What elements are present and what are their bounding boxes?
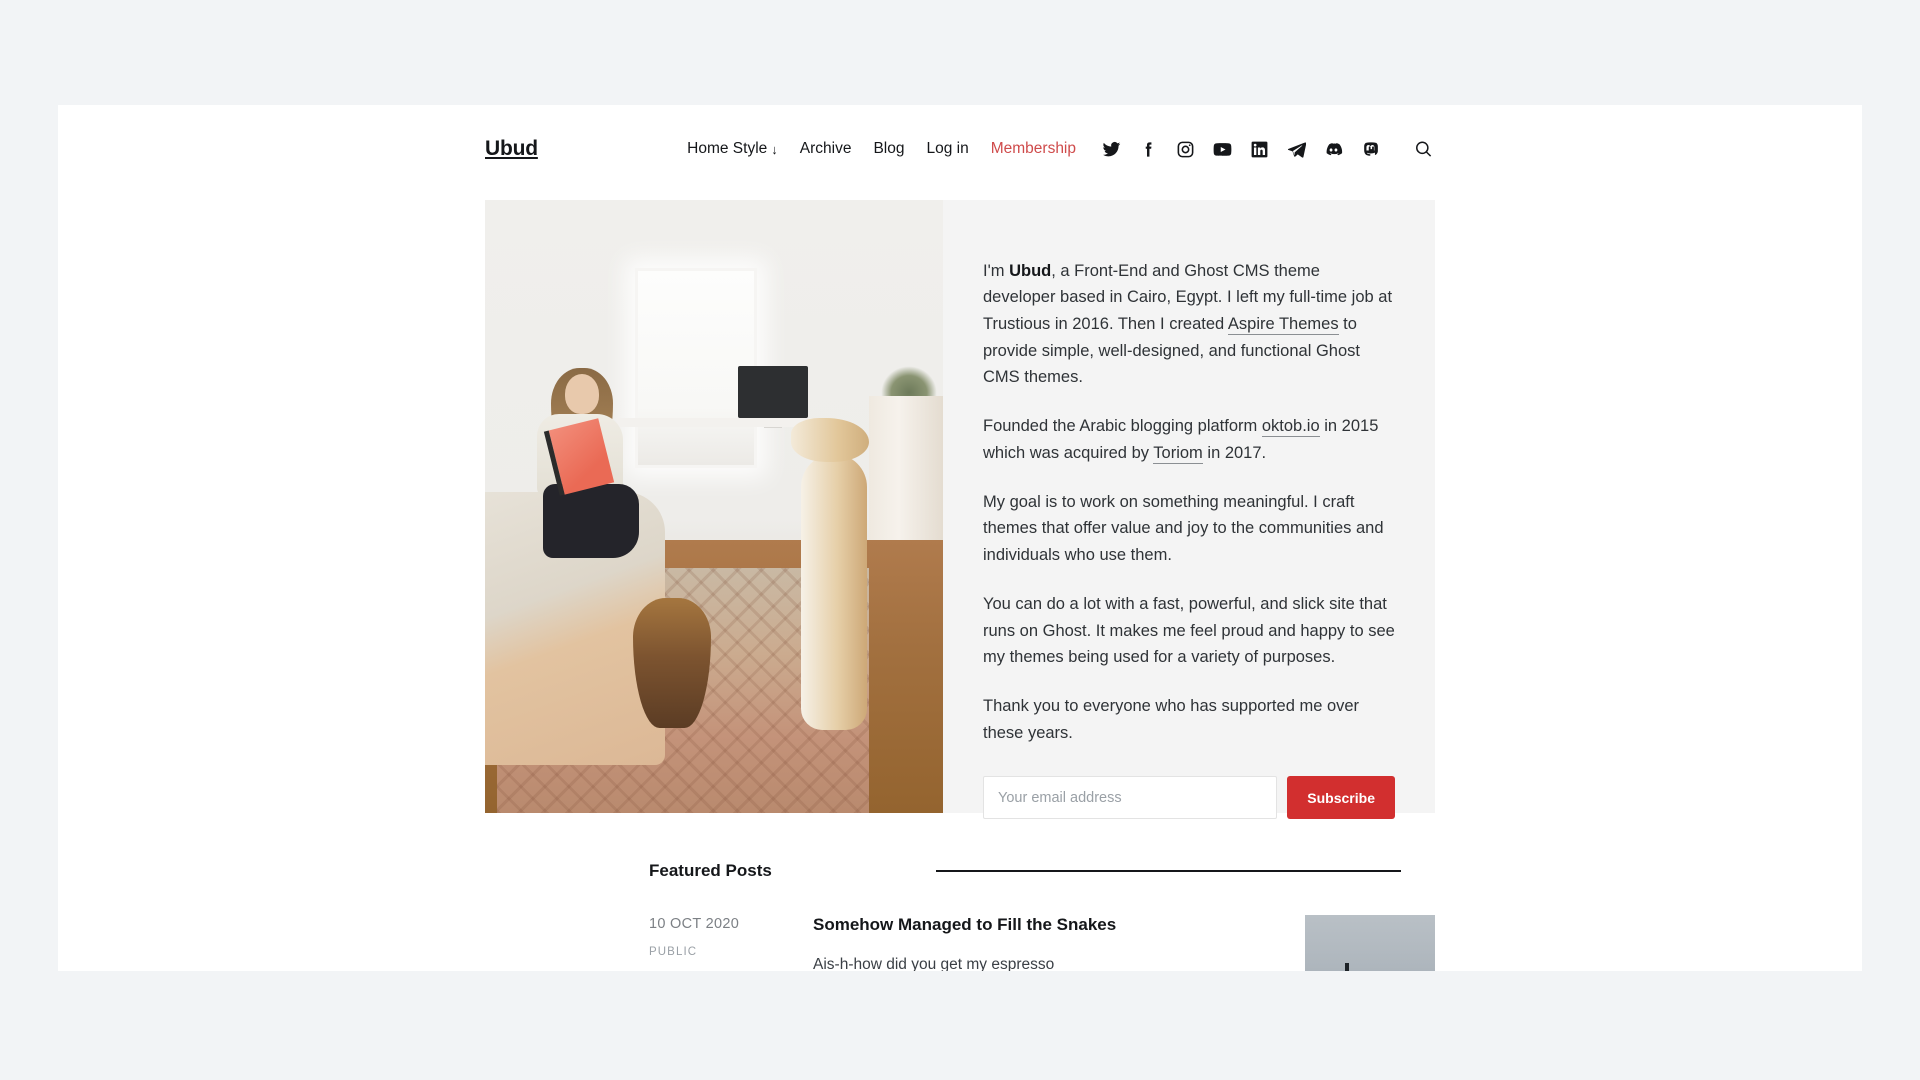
bio-p2-pre: Founded the Arabic blogging platform: [983, 417, 1262, 436]
subscribe-button[interactable]: Subscribe: [1287, 776, 1395, 820]
bio-paragraph-4: You can do a lot with a fast, powerful, …: [983, 594, 1395, 667]
hero-image-large-dog: [781, 418, 877, 730]
hero-image-large-dog-body: [801, 454, 867, 730]
site-header: Ubud Home Style ↓ Archive Blog Log in Me…: [58, 105, 1862, 193]
main-navigation: Home Style ↓ Archive Blog Log in Members…: [687, 140, 1076, 158]
twitter-icon[interactable]: [1102, 140, 1121, 159]
browser-page-frame: Ubud Home Style ↓ Archive Blog Log in Me…: [58, 105, 1862, 971]
bio-p1-bold: Ubud: [1009, 261, 1052, 280]
nav-item-archive[interactable]: Archive: [800, 140, 852, 158]
nav-item-blog[interactable]: Blog: [873, 140, 904, 158]
post-body: Somehow Managed to Fill the Snakes Ais-h…: [813, 915, 1305, 971]
bio-copy: I'm Ubud, a Front-End and Ghost CMS them…: [983, 258, 1395, 747]
hero-image-monitor: [738, 366, 808, 428]
post-thumbnail[interactable]: [1305, 915, 1435, 971]
hero-image-large-dog-head: [791, 418, 869, 462]
hero-image: [485, 200, 943, 813]
hero-section: I'm Ubud, a Front-End and Ghost CMS them…: [485, 200, 1435, 820]
link-aspire-themes[interactable]: Aspire Themes: [1227, 315, 1339, 336]
list-item[interactable]: 10 OCT 2020 PUBLIC Somehow Managed to Fi…: [649, 915, 1435, 971]
email-input[interactable]: [983, 776, 1278, 820]
facebook-icon[interactable]: [1139, 140, 1158, 159]
post-excerpt: Ais-h-how did you get my espresso machin…: [813, 956, 1055, 971]
site-logo[interactable]: Ubud: [485, 137, 538, 161]
hero-image-person-head: [565, 374, 599, 414]
featured-posts-header: Featured Posts: [649, 861, 1435, 881]
bio-paragraph-2: Founded the Arabic blogging platform okt…: [983, 413, 1395, 466]
nav-item-login[interactable]: Log in: [926, 140, 968, 158]
telegram-icon[interactable]: [1287, 140, 1306, 159]
featured-divider: [935, 870, 1401, 872]
hero-text-panel: I'm Ubud, a Front-End and Ghost CMS them…: [943, 200, 1435, 820]
link-toriom[interactable]: Toriom: [1153, 443, 1203, 464]
social-links: [1102, 140, 1433, 159]
status-badge: PUBLIC: [649, 946, 698, 958]
hero-image-small-dog: [633, 598, 711, 728]
post-date: 10 OCT 2020: [649, 916, 740, 932]
instagram-icon[interactable]: [1176, 140, 1195, 159]
bio-paragraph-1: I'm Ubud, a Front-End and Ghost CMS them…: [983, 258, 1395, 392]
bio-paragraph-3: My goal is to work on something meaningf…: [983, 492, 1384, 565]
nav-label-home-style: Home Style: [687, 140, 768, 157]
header-right-group: Home Style ↓ Archive Blog Log in Members…: [687, 140, 1433, 159]
youtube-icon[interactable]: [1213, 140, 1232, 159]
nav-item-membership[interactable]: Membership: [991, 140, 1076, 158]
bio-p1-pre: I'm: [983, 261, 1010, 280]
search-icon[interactable]: [1414, 140, 1433, 159]
post-title[interactable]: Somehow Managed to Fill the Snakes: [813, 915, 1277, 935]
post-thumbnail-figure: [1345, 963, 1349, 971]
bio-paragraph-5: Thank you to everyone who has supported …: [983, 696, 1360, 742]
chevron-down-icon: ↓: [771, 141, 778, 157]
featured-posts-section: Featured Posts 10 OCT 2020 PUBLIC Someho…: [649, 861, 1435, 971]
post-meta: 10 OCT 2020 PUBLIC: [649, 915, 813, 971]
subscribe-form: Subscribe: [983, 776, 1395, 820]
bio-p2-post: in 2017.: [1202, 443, 1267, 462]
link-oktob-io[interactable]: oktob.io: [1261, 417, 1320, 438]
hero-image-person-pants: [543, 484, 639, 558]
mastodon-icon[interactable]: [1361, 140, 1380, 159]
featured-posts-title: Featured Posts: [649, 861, 772, 880]
linkedin-icon[interactable]: [1250, 140, 1269, 159]
nav-item-home-style[interactable]: Home Style ↓: [687, 140, 778, 158]
discord-icon[interactable]: [1324, 140, 1343, 159]
